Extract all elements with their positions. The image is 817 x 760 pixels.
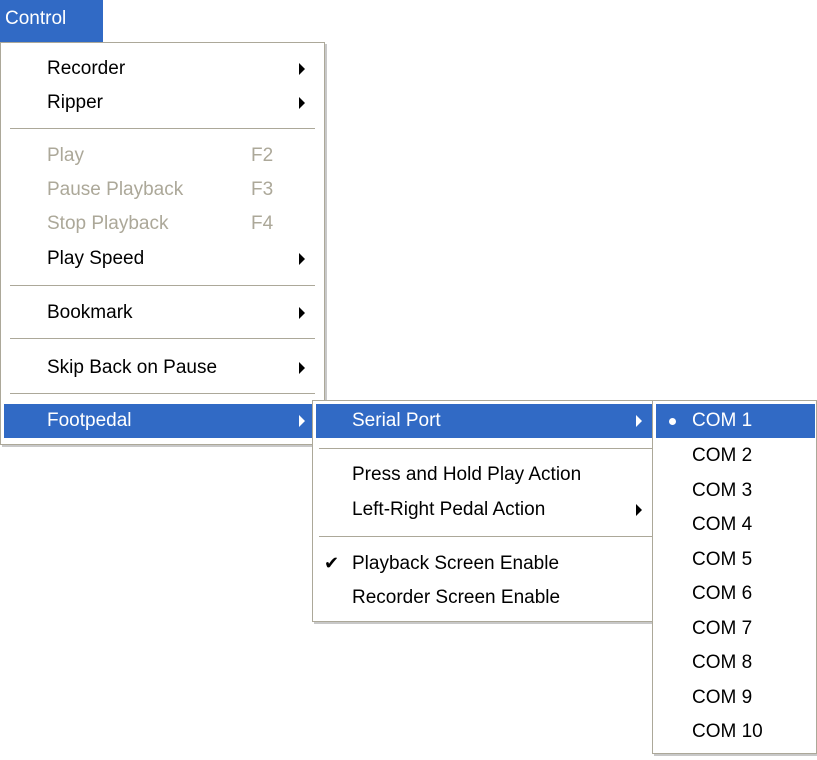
menu-item-recorder-screen-enable[interactable]: Recorder Screen Enable: [316, 581, 657, 615]
menu-separator: [10, 338, 315, 340]
menu-item-shortcut: F4: [251, 213, 274, 234]
menu-item-label: COM 5: [692, 549, 753, 570]
menu-item-com3[interactable]: COM 3: [656, 474, 815, 508]
submenu-arrow-icon: [636, 415, 642, 427]
menu-item-shortcut: F2: [251, 145, 274, 166]
submenu-arrow-icon: [636, 504, 642, 516]
menu-separator: [319, 448, 654, 450]
menu-item-com2[interactable]: COM 2: [656, 439, 815, 473]
menu-item-label: Pause Playback: [47, 179, 184, 200]
menu-separator: [10, 128, 315, 130]
footpedal-submenu: Serial Port Press and Hold Play Action L…: [312, 400, 661, 622]
menu-item-label: Footpedal: [47, 410, 132, 431]
menu-item-label: Press and Hold Play Action: [352, 464, 582, 485]
menu-item-footpedal[interactable]: Footpedal: [4, 404, 321, 438]
menu-item-label: COM 1: [692, 410, 753, 431]
menu-item-label: Serial Port: [352, 410, 441, 431]
menu-separator: [10, 285, 315, 287]
menu-control[interactable]: Control: [0, 0, 103, 42]
submenu-arrow-icon: [299, 63, 305, 75]
menu-item-recorder[interactable]: Recorder: [4, 52, 321, 86]
menu-item-label: COM 4: [692, 514, 753, 535]
menu-item-label: COM 2: [692, 445, 753, 466]
menu-item-com5[interactable]: COM 5: [656, 543, 815, 577]
menu-item-play[interactable]: Play F2: [4, 139, 321, 173]
check-icon: ✔: [324, 553, 340, 573]
menu-item-label: COM 6: [692, 583, 753, 604]
submenu-arrow-icon: [299, 362, 305, 374]
menu-control-label: Control: [5, 8, 67, 29]
menu-item-com4[interactable]: COM 4: [656, 508, 815, 542]
menu-item-skip-back-on-pause[interactable]: Skip Back on Pause: [4, 351, 321, 385]
control-menu: Recorder Ripper Play F2 Pause Playback F…: [0, 42, 325, 445]
menu-item-com1[interactable]: COM 1: [656, 404, 815, 438]
menu-item-label: COM 9: [692, 687, 753, 708]
menu-item-label: COM 10: [692, 721, 763, 742]
menu-item-label: COM 8: [692, 652, 753, 673]
menu-item-left-right-pedal-action[interactable]: Left-Right Pedal Action: [316, 493, 657, 527]
submenu-arrow-icon: [299, 415, 305, 427]
menu-item-label: Playback Screen Enable: [352, 553, 560, 574]
menu-item-com8[interactable]: COM 8: [656, 646, 815, 680]
menu-item-label: Ripper: [47, 92, 103, 113]
menu-item-label: Play Speed: [47, 248, 145, 269]
menu-item-label: COM 3: [692, 480, 753, 501]
radio-dot-icon: [669, 418, 676, 425]
menu-item-press-and-hold-play-action[interactable]: Press and Hold Play Action: [316, 458, 657, 492]
submenu-arrow-icon: [299, 253, 305, 265]
menu-item-ripper[interactable]: Ripper: [4, 86, 321, 120]
menu-item-bookmark[interactable]: Bookmark: [4, 296, 321, 330]
menu-item-label: Skip Back on Pause: [47, 357, 218, 378]
menu-separator: [10, 393, 315, 395]
menu-item-label: Bookmark: [47, 302, 133, 323]
menu-item-serial-port[interactable]: Serial Port: [316, 404, 657, 438]
submenu-arrow-icon: [299, 97, 305, 109]
menu-item-label: Play: [47, 145, 84, 166]
menu-item-shortcut: F3: [251, 179, 274, 200]
menu-item-com7[interactable]: COM 7: [656, 612, 815, 646]
menu-item-com6[interactable]: COM 6: [656, 577, 815, 611]
menu-item-label: Recorder: [47, 58, 126, 79]
menu-item-play-speed[interactable]: Play Speed: [4, 242, 321, 276]
menu-item-com9[interactable]: COM 9: [656, 681, 815, 715]
menu-item-playback-screen-enable[interactable]: ✔ Playback Screen Enable: [316, 547, 657, 581]
menu-separator: [319, 536, 654, 538]
menu-item-label: COM 7: [692, 618, 753, 639]
menu-item-pause-playback[interactable]: Pause Playback F3: [4, 173, 321, 207]
menu-item-label: Stop Playback: [47, 213, 169, 234]
menu-item-label: Recorder Screen Enable: [352, 587, 561, 608]
menu-item-stop-playback[interactable]: Stop Playback F4: [4, 207, 321, 241]
submenu-arrow-icon: [299, 307, 305, 319]
menu-item-com10[interactable]: COM 10: [656, 715, 815, 749]
serial-port-submenu: COM 1 COM 2 COM 3 COM 4 COM 5 COM 6 COM …: [652, 400, 817, 754]
menu-item-label: Left-Right Pedal Action: [352, 499, 546, 520]
